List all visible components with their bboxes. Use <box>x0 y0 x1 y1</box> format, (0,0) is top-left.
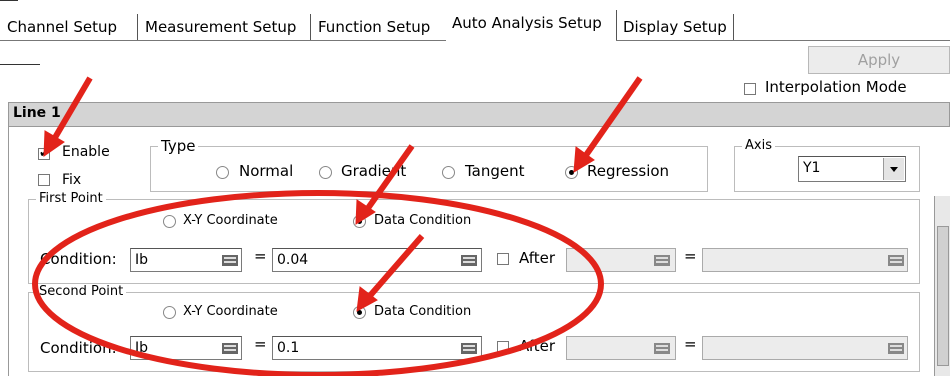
annotation-arrow <box>581 76 643 160</box>
annotation-arrow <box>363 144 415 213</box>
annotation-arrow <box>50 76 93 143</box>
annotation-arrow <box>365 234 425 300</box>
annotation-overlay <box>32 76 643 376</box>
annotation-ellipse <box>32 190 604 376</box>
